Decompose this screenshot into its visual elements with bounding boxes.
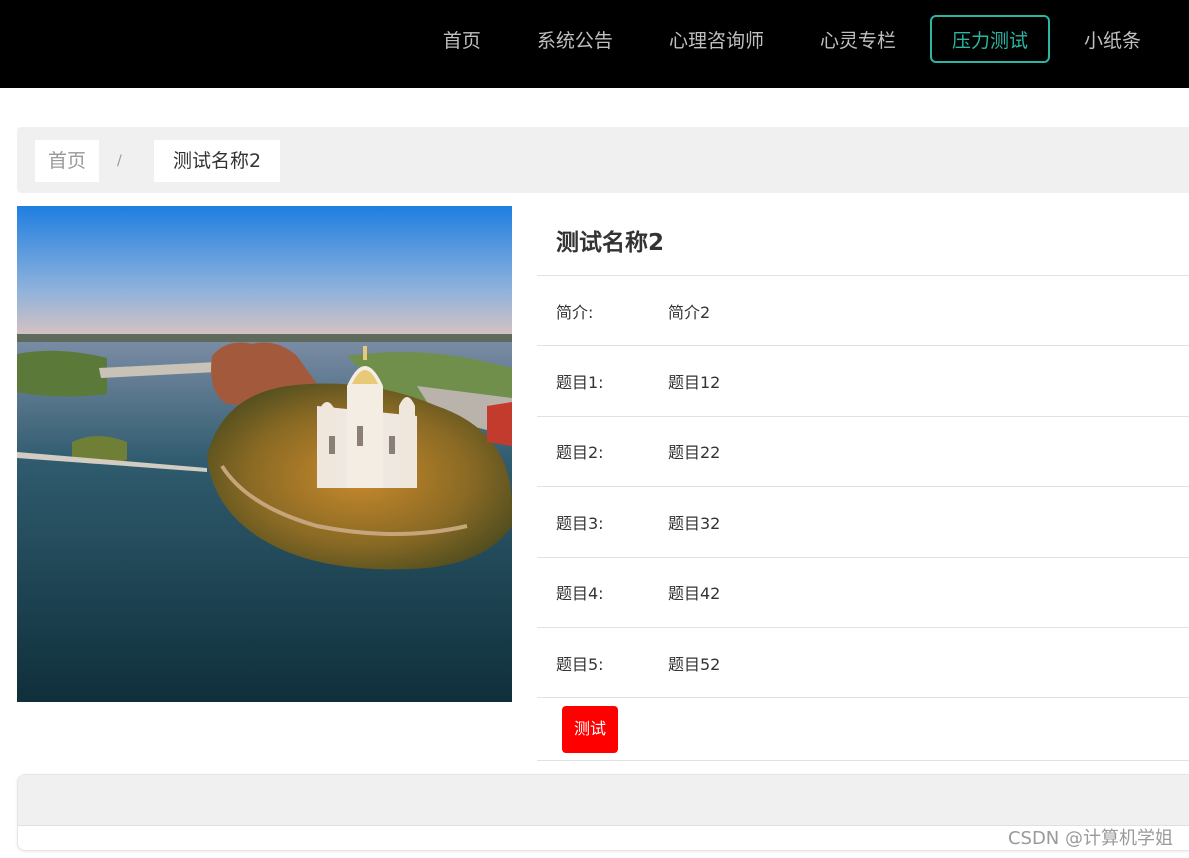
- detail-row: 简介: 简介2: [537, 276, 1189, 347]
- detail-row: 题目5: 题目52: [537, 628, 1189, 699]
- start-test-button[interactable]: 测试: [562, 705, 619, 753]
- top-navbar: 首页 系统公告 心理咨询师 心灵专栏 压力测试 小纸条: [0, 0, 1189, 88]
- row-label-question-4: 题目4:: [556, 584, 604, 604]
- nav-item-counselors[interactable]: 心理咨询师: [647, 15, 786, 63]
- nav-item-stress-test[interactable]: 压力测试: [929, 15, 1050, 63]
- detail-row: 题目4: 题目42: [537, 558, 1189, 628]
- row-value-question-1: 题目12: [668, 373, 721, 393]
- detail-row: 题目1: 题目12: [537, 346, 1189, 417]
- row-label-question-5: 题目5:: [556, 654, 604, 674]
- breadcrumb-home-link[interactable]: 首页: [35, 140, 100, 182]
- row-value-question-5: 题目52: [668, 654, 721, 674]
- nav-item-home[interactable]: 首页: [421, 15, 503, 63]
- breadcrumb: 首页 / 测试名称2: [17, 127, 1189, 193]
- row-value-question-3: 题目32: [668, 513, 721, 533]
- row-label-question-3: 题目3:: [556, 513, 604, 533]
- nav-item-notes[interactable]: 小纸条: [1062, 15, 1163, 63]
- test-detail-panel: 测试名称2 简介: 简介2 题目1: 题目12 题目2: 题目22 题目3: 题…: [537, 206, 1189, 762]
- row-value-intro: 简介2: [668, 302, 711, 322]
- comments-panel-header: [18, 775, 1189, 826]
- row-value-question-4: 题目42: [668, 584, 721, 604]
- test-cover-image: [17, 206, 512, 702]
- row-label-question-2: 题目2:: [556, 443, 604, 463]
- row-label-intro: 简介:: [556, 302, 594, 322]
- breadcrumb-separator: /: [117, 153, 122, 169]
- detail-row: 题目3: 题目32: [537, 487, 1189, 558]
- nav-item-column[interactable]: 心灵专栏: [798, 15, 918, 63]
- nav-item-announcements[interactable]: 系统公告: [515, 15, 635, 63]
- row-label-question-1: 题目1:: [556, 373, 604, 393]
- test-title: 测试名称2: [537, 206, 1189, 276]
- row-value-question-2: 题目22: [668, 443, 721, 463]
- watermark: CSDN @计算机学姐: [1007, 828, 1173, 849]
- action-row: 测试: [537, 698, 1189, 762]
- breadcrumb-current: 测试名称2: [154, 140, 281, 182]
- main-nav: 首页 系统公告 心理咨询师 心灵专栏 压力测试 小纸条: [409, 15, 1163, 63]
- detail-row: 题目2: 题目22: [537, 417, 1189, 488]
